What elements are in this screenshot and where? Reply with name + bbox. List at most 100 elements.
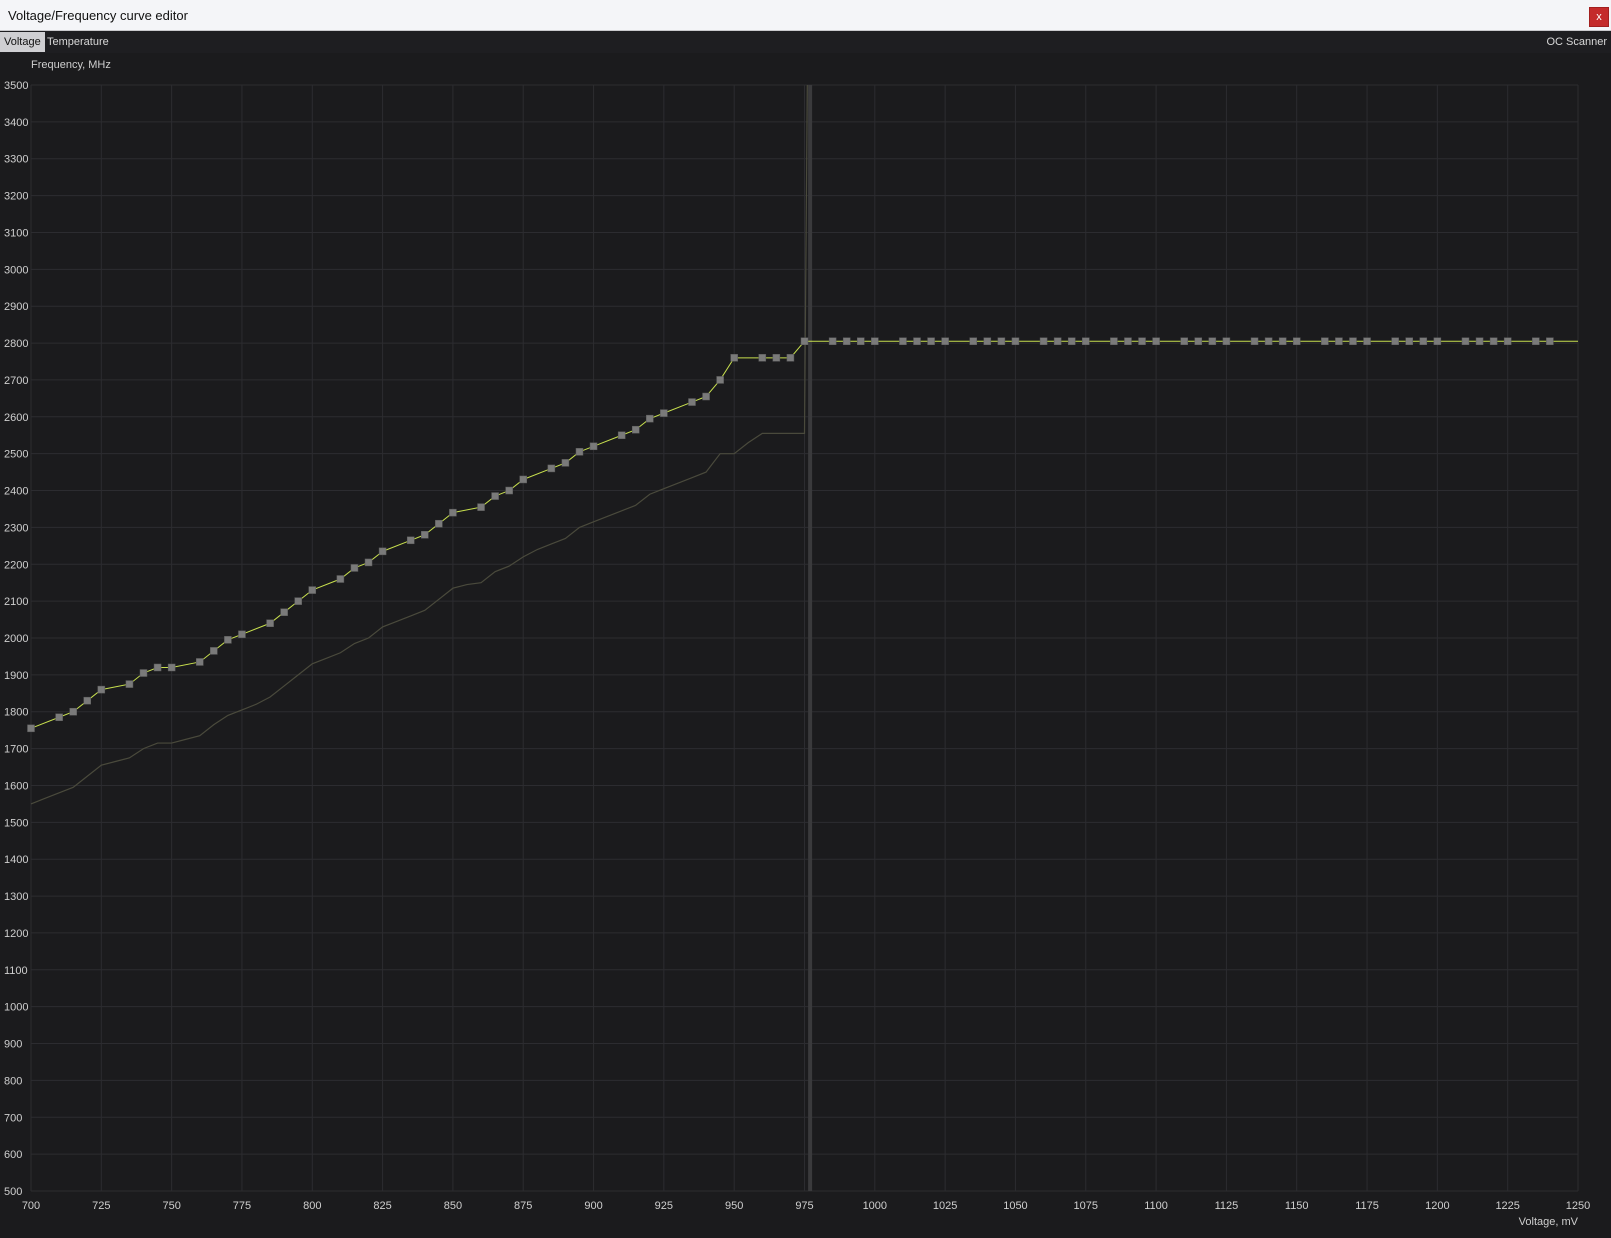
- curve-point-handle[interactable]: [871, 337, 879, 345]
- curve-point-handle[interactable]: [280, 608, 288, 616]
- curve-point-handle[interactable]: [589, 442, 598, 451]
- curve-point-handle[interactable]: [266, 619, 274, 628]
- curve-point-handle[interactable]: [547, 464, 556, 473]
- curve-point-handle[interactable]: [646, 414, 654, 423]
- x-tick-label: 1125: [1215, 1200, 1239, 1212]
- curve-point-handle[interactable]: [617, 431, 626, 439]
- curve-point-handle[interactable]: [927, 337, 935, 345]
- curve-point-handle[interactable]: [716, 376, 724, 384]
- curve-point-handle[interactable]: [125, 680, 134, 688]
- curve-point-handle[interactable]: [758, 354, 767, 362]
- curve-point-handle[interactable]: [1138, 337, 1146, 345]
- curve-point-handle[interactable]: [505, 486, 513, 495]
- curve-point-handle[interactable]: [1532, 337, 1540, 345]
- curve-point-handle[interactable]: [308, 586, 317, 594]
- curve-point-handle[interactable]: [913, 337, 921, 345]
- y-tick-label: 2500: [4, 449, 28, 461]
- curve-point-handle[interactable]: [1503, 337, 1512, 345]
- curve-point-handle[interactable]: [1194, 337, 1203, 345]
- curve-point-handle[interactable]: [294, 597, 302, 605]
- curve-point-handle[interactable]: [83, 696, 92, 705]
- close-button[interactable]: x: [1589, 7, 1609, 27]
- curve-point-handle[interactable]: [1208, 337, 1217, 345]
- curve-point-handle[interactable]: [842, 337, 851, 345]
- curve-point-handle[interactable]: [1222, 337, 1231, 345]
- curve-point-handle[interactable]: [561, 459, 570, 467]
- curve-point-handle[interactable]: [1292, 337, 1301, 345]
- x-tick-label: 775: [233, 1200, 251, 1212]
- tab-voltage[interactable]: Voltage: [0, 32, 45, 52]
- curve-point-handle[interactable]: [350, 564, 359, 572]
- curve-point-handle[interactable]: [899, 337, 907, 345]
- curve-point-handle[interactable]: [1053, 337, 1062, 345]
- curve-point-handle[interactable]: [1124, 337, 1132, 345]
- curve-point-handle[interactable]: [1110, 337, 1118, 345]
- curve-point-handle[interactable]: [1278, 337, 1287, 345]
- curve-point-handle[interactable]: [1067, 337, 1076, 345]
- curve-point-handle[interactable]: [1391, 337, 1399, 345]
- vf-curve-plot[interactable]: 500 600 700 800 900 1000 1100 1200 1300 1400 1500 1…: [0, 53, 1611, 1233]
- curve-point-handle[interactable]: [1489, 337, 1498, 345]
- curve-point-handle[interactable]: [210, 647, 218, 655]
- curve-point-handle[interactable]: [772, 354, 781, 362]
- curve-point-handle[interactable]: [491, 492, 499, 500]
- curve-point-handle[interactable]: [1363, 337, 1371, 345]
- curve-point-handle[interactable]: [969, 337, 978, 345]
- curve-point-handle[interactable]: [477, 503, 485, 511]
- curve-point-handle[interactable]: [1335, 337, 1343, 345]
- curve-point-handle[interactable]: [55, 713, 63, 722]
- curve-point-handle[interactable]: [378, 547, 387, 556]
- curve-point-handle[interactable]: [1082, 337, 1090, 345]
- curve-point-handle[interactable]: [364, 558, 373, 567]
- curve-point-handle[interactable]: [1321, 337, 1329, 345]
- curve-point-handle[interactable]: [828, 337, 837, 345]
- curve-point-handle[interactable]: [631, 425, 640, 434]
- curve-point-handle[interactable]: [800, 337, 809, 345]
- curve-point-handle[interactable]: [688, 398, 696, 406]
- curve-point-handle[interactable]: [449, 508, 457, 517]
- tab-temperature[interactable]: Temperature: [43, 32, 113, 52]
- curve-point-handle[interactable]: [27, 724, 35, 733]
- x-tick-label: 1200: [1425, 1200, 1449, 1212]
- curve-point-handle[interactable]: [224, 636, 232, 644]
- curve-point-handle[interactable]: [983, 337, 992, 345]
- curve-point-handle[interactable]: [421, 531, 429, 539]
- x-tick-label: 1075: [1074, 1200, 1098, 1212]
- curve-point-handle[interactable]: [1039, 337, 1048, 345]
- curve-point-handle[interactable]: [1011, 337, 1020, 345]
- curve-point-handle[interactable]: [1419, 337, 1428, 345]
- curve-point-handle[interactable]: [1475, 337, 1484, 345]
- curve-point-handle[interactable]: [153, 663, 162, 672]
- curve-point-handle[interactable]: [702, 392, 710, 401]
- curve-point-handle[interactable]: [941, 337, 949, 345]
- curve-point-handle[interactable]: [1461, 337, 1470, 345]
- curve-point-handle[interactable]: [660, 409, 668, 417]
- curve-point-handle[interactable]: [196, 658, 204, 666]
- x-axis-label: Voltage, mV: [1519, 1216, 1579, 1228]
- curve-point-handle[interactable]: [167, 663, 176, 672]
- curve-point-handle[interactable]: [730, 354, 738, 362]
- y-tick-label: 2800: [4, 338, 28, 350]
- oc-scanner-button[interactable]: OC Scanner: [1546, 32, 1607, 52]
- curve-point-handle[interactable]: [1264, 337, 1273, 345]
- curve-point-handle[interactable]: [435, 519, 443, 528]
- curve-point-handle[interactable]: [97, 685, 106, 694]
- curve-point-handle[interactable]: [406, 536, 415, 545]
- curve-point-handle[interactable]: [519, 475, 527, 484]
- curve-point-handle[interactable]: [575, 448, 584, 456]
- curve-point-handle[interactable]: [1180, 337, 1188, 345]
- curve-point-handle[interactable]: [997, 337, 1006, 345]
- curve-point-handle[interactable]: [139, 669, 148, 677]
- curve-point-handle[interactable]: [336, 575, 345, 583]
- curve-point-handle[interactable]: [786, 354, 795, 362]
- curve-point-handle[interactable]: [1546, 337, 1554, 345]
- curve-point-handle[interactable]: [857, 337, 865, 345]
- curve-point-handle[interactable]: [1250, 337, 1259, 345]
- vf-chart[interactable]: 500 600 700 800 900 1000 1100 1200 1300 1400 1500 1…: [0, 53, 1611, 1233]
- curve-point-handle[interactable]: [1349, 337, 1357, 345]
- curve-point-handle[interactable]: [1405, 337, 1413, 345]
- curve-point-handle[interactable]: [69, 707, 77, 716]
- curve-point-handle[interactable]: [238, 630, 246, 639]
- curve-point-handle[interactable]: [1152, 337, 1160, 345]
- curve-point-handle[interactable]: [1433, 337, 1442, 345]
